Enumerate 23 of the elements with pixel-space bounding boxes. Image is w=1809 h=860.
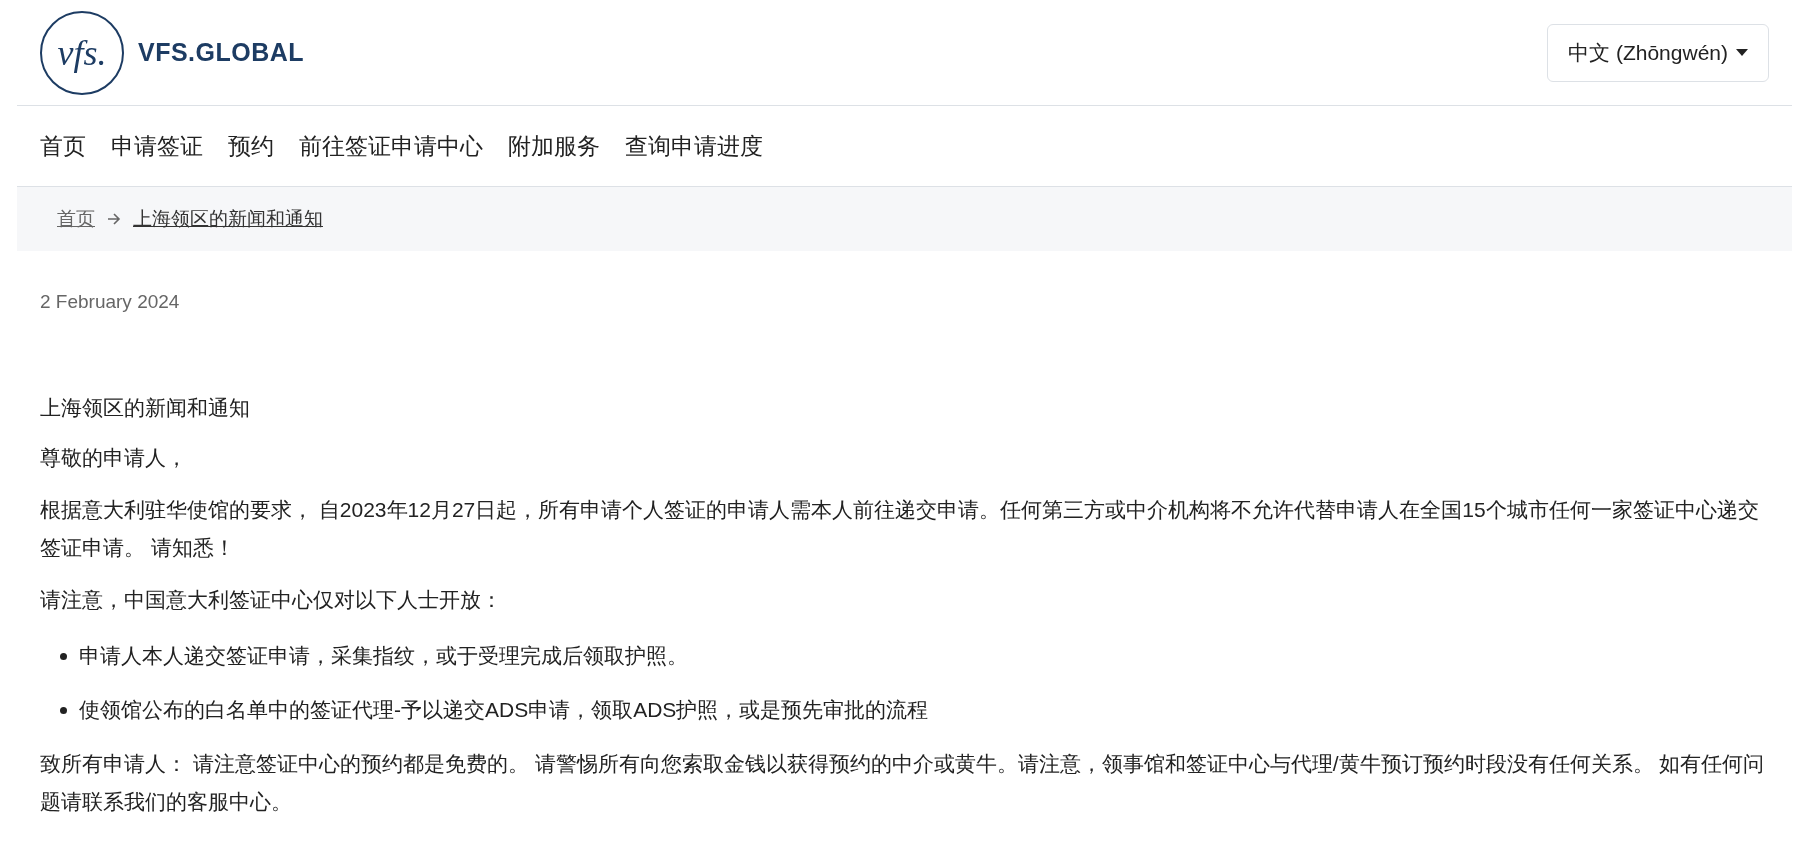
paragraph: 请注意，中国意大利签证中心仅对以下人士开放： <box>40 587 503 613</box>
breadcrumb-link[interactable]: 上海领区的新闻和通知 <box>133 206 323 232</box>
arrow-icon <box>107 213 121 225</box>
bullet-icon <box>60 706 67 714</box>
list-item-text: 使领馆公布的白名单中的签证代理-予以递交ADS申请，领取ADS护照，或是预先审批的流程 <box>79 697 929 723</box>
nav-link[interactable]: 附加服务 <box>508 130 600 162</box>
caret-icon <box>1736 49 1748 56</box>
bullet-icon <box>60 652 67 660</box>
article-title: 上海领区的新闻和通知 <box>40 395 251 421</box>
nav-link[interactable]: 前往签证申请中心 <box>299 130 483 162</box>
article-date: 2 February 2024 <box>40 291 181 313</box>
nav-link[interactable]: 预约 <box>228 130 274 162</box>
breadcrumb-link[interactable]: 首页 <box>57 206 95 232</box>
paragraph: 尊敬的申请人， <box>40 445 188 471</box>
paragraph: 致所有申请人： 请注意签证中心的预约都是免费的。 请警惕所有向您索取金钱以获得预约的中介或黄牛。请注意，领事馆和签证中心与代理/黄牛预订预约时段没有任何关系。 如有任何问题请联系我们的客服中心。 <box>40 751 1766 815</box>
language-dropdown[interactable]: 中文 (Zhōngwén) <box>1547 23 1769 82</box>
logo-mark[interactable]: vfs. <box>40 10 124 95</box>
nav-link[interactable]: 首页 <box>40 130 86 162</box>
nav-link[interactable]: 申请签证 <box>111 130 203 162</box>
paragraph: 根据意大利驻华使馆的要求， 自2023年12月27日起，所有申请个人签证的申请人需本人前往递交申请。任何第三方或中介机构将不允许代替申请人在全国15个城市任何一家签证中心递交签证申请。 请知悉！ <box>40 497 1760 561</box>
list-item-text: 申请人本人递交签证申请，采集指纹，或于受理完成后领取护照。 <box>79 643 688 669</box>
nav-link[interactable]: 查询申请进度 <box>625 130 763 162</box>
logo-wordmark[interactable]: VFS.GLOBAL <box>138 38 305 67</box>
